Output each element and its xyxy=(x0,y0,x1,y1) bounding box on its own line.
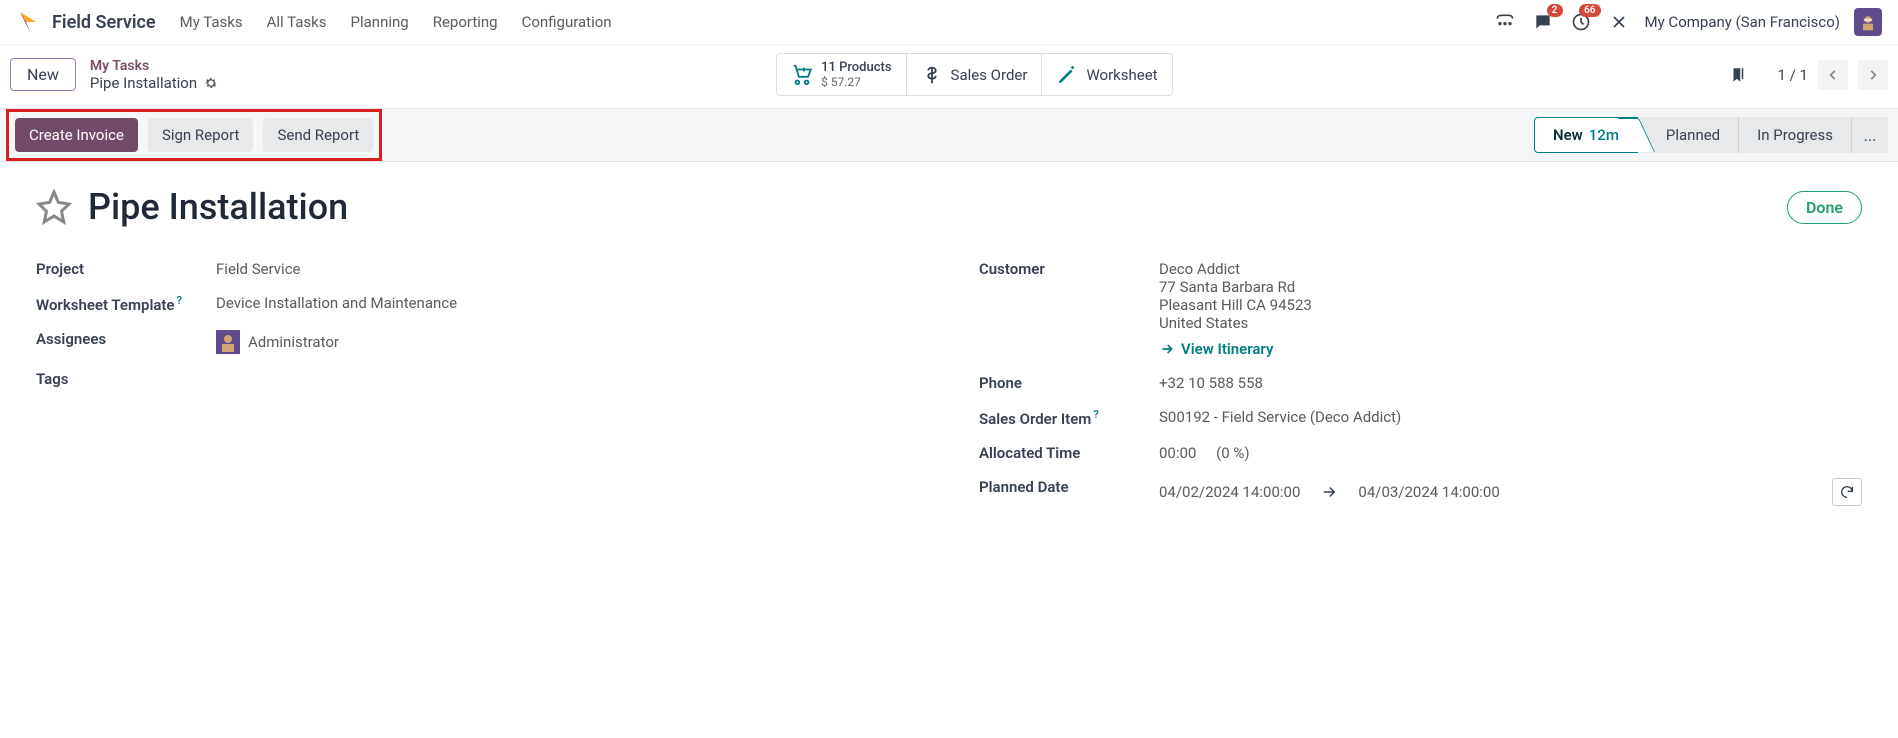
status-new[interactable]: New 12m xyxy=(1534,117,1638,153)
label-tags: Tags xyxy=(36,370,216,388)
allocated-pct: (0 %) xyxy=(1216,444,1250,462)
products-amount: $ 57.27 xyxy=(821,75,891,89)
nav-all-tasks[interactable]: All Tasks xyxy=(267,13,327,31)
assignee-name: Administrator xyxy=(248,333,339,351)
pencil-icon xyxy=(1056,64,1078,86)
prev-page-button[interactable] xyxy=(1818,60,1848,90)
customer-name: Deco Addict xyxy=(1159,260,1862,278)
done-button[interactable]: Done xyxy=(1787,191,1862,224)
view-itinerary-link[interactable]: View Itinerary xyxy=(1159,340,1862,358)
value-phone[interactable]: +32 10 588 558 xyxy=(1159,374,1862,392)
status-in-progress[interactable]: In Progress xyxy=(1739,117,1852,153)
phone-icon[interactable] xyxy=(1493,10,1517,34)
user-avatar[interactable] xyxy=(1854,8,1882,36)
planned-end: 04/03/2024 14:00:00 xyxy=(1358,483,1499,501)
tools-icon[interactable] xyxy=(1607,10,1631,34)
planned-start: 04/02/2024 14:00:00 xyxy=(1159,483,1300,501)
status-timer: 12m xyxy=(1589,126,1619,144)
breadcrumb-current: Pipe Installation xyxy=(90,74,197,92)
value-assignees[interactable]: Administrator xyxy=(216,330,919,354)
label-project: Project xyxy=(36,260,216,278)
nav-configuration[interactable]: Configuration xyxy=(522,13,612,31)
label-phone: Phone xyxy=(979,374,1159,392)
chat-icon[interactable]: 2 xyxy=(1531,10,1555,34)
breadcrumb-parent[interactable]: My Tasks xyxy=(90,58,219,74)
label-customer: Customer xyxy=(979,260,1159,358)
value-tags[interactable] xyxy=(216,370,919,388)
label-worksheet-template: Worksheet Template? xyxy=(36,294,216,314)
send-report-button[interactable]: Send Report xyxy=(263,118,373,152)
products-button[interactable]: 11 Products $ 57.27 xyxy=(777,54,906,95)
activity-badge: 66 xyxy=(1579,4,1600,17)
value-planned-date[interactable]: 04/02/2024 14:00:00 04/03/2024 14:00:00 xyxy=(1159,478,1862,506)
customer-city: Pleasant Hill CA 94523 xyxy=(1159,296,1862,314)
refresh-date-button[interactable] xyxy=(1832,478,1862,506)
nav-reporting[interactable]: Reporting xyxy=(433,13,498,31)
company-selector[interactable]: My Company (San Francisco) xyxy=(1645,13,1840,31)
nav-planning[interactable]: Planning xyxy=(351,13,409,31)
status-more-button[interactable]: ... xyxy=(1852,117,1888,153)
sign-report-button[interactable]: Sign Report xyxy=(148,118,254,152)
create-invoice-button[interactable]: Create Invoice xyxy=(15,118,138,152)
logo-icon xyxy=(16,10,40,34)
arrow-right-icon xyxy=(1320,483,1338,501)
refresh-icon xyxy=(1839,484,1855,500)
help-icon[interactable]: ? xyxy=(177,294,182,307)
assignee-avatar xyxy=(216,330,240,354)
chat-badge: 2 xyxy=(1547,4,1563,17)
page-counter: 1 / 1 xyxy=(1777,66,1808,84)
app-title: Field Service xyxy=(52,12,156,33)
help-icon[interactable]: ? xyxy=(1093,408,1098,421)
page-title: Pipe Installation xyxy=(88,186,348,228)
dollar-icon xyxy=(921,64,943,86)
next-page-button[interactable] xyxy=(1858,60,1888,90)
products-count: 11 Products xyxy=(821,60,891,75)
value-sales-order-item[interactable]: S00192 - Field Service (Deco Addict) xyxy=(1159,408,1862,428)
star-icon[interactable] xyxy=(36,189,72,225)
customer-country: United States xyxy=(1159,314,1862,332)
sales-order-button[interactable]: Sales Order xyxy=(907,54,1043,95)
value-customer[interactable]: Deco Addict 77 Santa Barbara Rd Pleasant… xyxy=(1159,260,1862,358)
sales-order-label: Sales Order xyxy=(951,66,1028,84)
worksheet-label: Worksheet xyxy=(1086,66,1157,84)
bookmark-icon[interactable] xyxy=(1729,66,1747,84)
label-assignees: Assignees xyxy=(36,330,216,354)
arrow-right-icon xyxy=(1159,341,1175,357)
value-project[interactable]: Field Service xyxy=(216,260,919,278)
value-worksheet-template[interactable]: Device Installation and Maintenance xyxy=(216,294,919,314)
customer-street: 77 Santa Barbara Rd xyxy=(1159,278,1862,296)
value-allocated-time[interactable]: 00:00 (0 %) xyxy=(1159,444,1862,462)
nav-my-tasks[interactable]: My Tasks xyxy=(180,13,243,31)
label-planned-date: Planned Date xyxy=(979,478,1159,506)
status-pipeline: New 12m Planned In Progress ... xyxy=(1534,117,1888,153)
cart-plus-icon xyxy=(791,64,813,86)
worksheet-button[interactable]: Worksheet xyxy=(1042,54,1171,95)
nav-menu: My Tasks All Tasks Planning Reporting Co… xyxy=(180,13,612,31)
activity-icon[interactable]: 66 xyxy=(1569,10,1593,34)
label-sales-order-item: Sales Order Item? xyxy=(979,408,1159,428)
gear-icon[interactable] xyxy=(203,75,219,91)
new-button[interactable]: New xyxy=(10,58,76,91)
highlighted-actions: Create Invoice Sign Report Send Report xyxy=(6,109,382,161)
label-allocated-time: Allocated Time xyxy=(979,444,1159,462)
